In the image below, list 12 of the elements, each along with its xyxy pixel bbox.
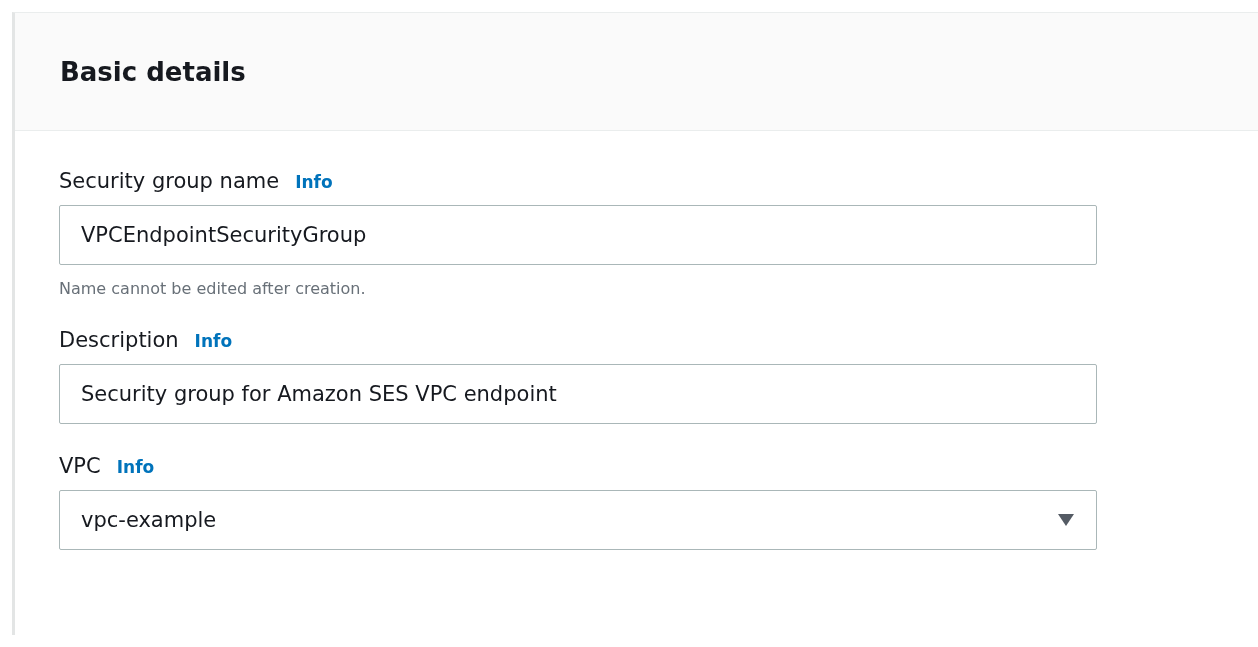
field-label: Description [59, 328, 179, 352]
info-link[interactable]: Info [116, 457, 155, 477]
field-label: VPC [59, 454, 101, 478]
select-field[interactable]: vpc-example [59, 490, 1097, 550]
text-field[interactable]: VPCEndpointSecurityGroup [59, 205, 1097, 265]
info-link[interactable]: Info [295, 172, 333, 192]
field-hint: Name cannot be edited after creation. [59, 279, 367, 298]
caret-icon [1058, 514, 1074, 526]
text-field[interactable]: Security group for Amazon SES VPC endpoint [59, 364, 1097, 424]
panel-title: Basic details [60, 56, 246, 87]
field-label: Security group name [59, 169, 280, 193]
info-link[interactable]: Info [194, 331, 233, 351]
